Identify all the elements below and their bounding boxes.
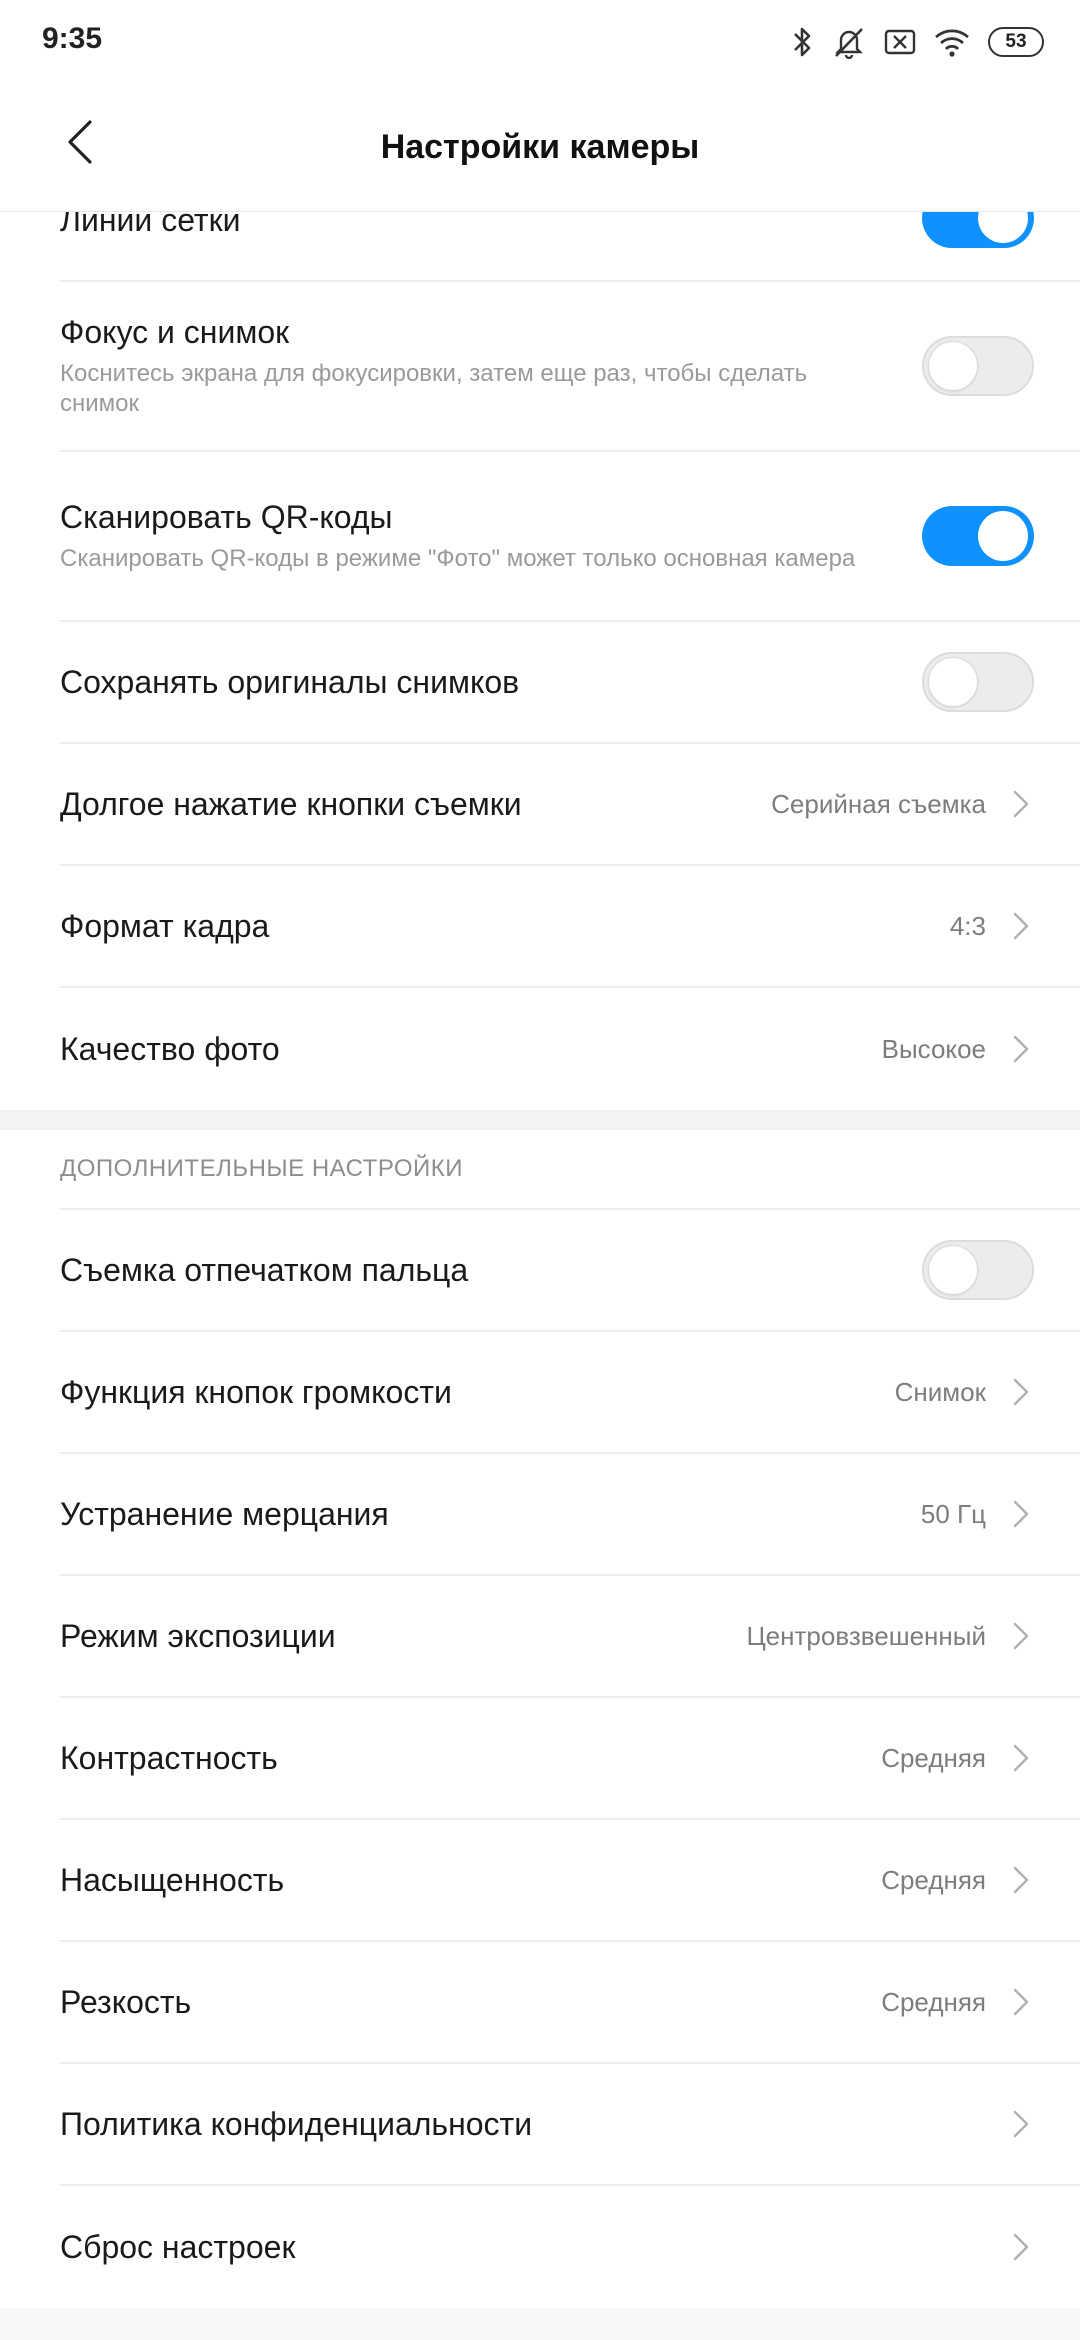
setting-value: Средняя [881, 1742, 986, 1773]
setting-label: Съемка отпечатком пальца [60, 1251, 469, 1288]
chevron-right-icon [1008, 1738, 1034, 1778]
status-time: 9:35 [42, 22, 103, 55]
setting-row-saturation[interactable]: Насыщенность Средняя [60, 1820, 1080, 1942]
setting-value: 50 Гц [920, 1498, 986, 1529]
setting-label: Насыщенность [60, 1861, 285, 1898]
setting-label: Качество фото [60, 1030, 280, 1067]
setting-value: Средняя [881, 1864, 986, 1895]
toggle-knob [928, 657, 978, 707]
main-settings-section: Линии сетки Фокус и снимок Коснитесь экр… [0, 212, 1080, 1110]
setting-row-reset-settings[interactable]: Сброс настроек [60, 2186, 1080, 2308]
setting-label: Режим экспозиции [60, 1617, 336, 1654]
settings-list: Линии сетки Фокус и снимок Коснитесь экр… [0, 212, 1080, 2308]
chevron-right-icon [1008, 1029, 1034, 1069]
setting-value: Снимок [894, 1376, 986, 1407]
setting-label: Сканировать QR-коды [60, 498, 393, 535]
setting-label: Резкость [60, 1983, 192, 2020]
setting-row-exposure-mode[interactable]: Режим экспозиции Центровзвешенный [60, 1576, 1080, 1698]
toggle-knob [928, 341, 978, 391]
battery-level: 53 [1005, 31, 1027, 52]
setting-description: Сканировать QR-коды в режиме "Фото" може… [60, 544, 856, 572]
chevron-right-icon [1008, 1494, 1034, 1534]
advanced-settings-section: ДОПОЛНИТЕЛЬНЫЕ НАСТРОЙКИ Съемка отпечатк… [0, 1130, 1080, 2308]
setting-value: Центровзвешенный [746, 1620, 986, 1651]
setting-row-fingerprint-shot[interactable]: Съемка отпечатком пальца [60, 1210, 1080, 1332]
setting-row-photo-quality[interactable]: Качество фото Высокое [60, 988, 1080, 1110]
setting-description: Коснитесь экрана для фокусировки, затем … [60, 359, 808, 417]
setting-label: Фокус и снимок [60, 313, 290, 350]
bell-off-icon [832, 25, 866, 59]
chevron-right-icon [1008, 2227, 1034, 2267]
setting-row-aspect-ratio[interactable]: Формат кадра 4:3 [60, 866, 1080, 988]
section-header: ДОПОЛНИТЕЛЬНЫЕ НАСТРОЙКИ [60, 1130, 1080, 1210]
toggle-knob [928, 1245, 978, 1295]
chevron-right-icon [1008, 1372, 1034, 1412]
chevron-right-icon [1008, 784, 1034, 824]
app-bar: Настройки камеры [0, 84, 1080, 212]
focus-and-shot-toggle[interactable] [922, 336, 1034, 396]
bluetooth-icon [792, 25, 814, 59]
chevron-right-icon [1008, 1982, 1034, 2022]
setting-label: Политика конфиденциальности [60, 2105, 533, 2142]
no-sim-icon [884, 29, 916, 55]
setting-label: Функция кнопок громкости [60, 1373, 452, 1410]
setting-value: Серийная съемка [771, 788, 986, 819]
save-originals-toggle[interactable] [922, 652, 1034, 712]
setting-row-scan-qr[interactable]: Сканировать QR-коды Сканировать QR-коды … [60, 452, 1080, 622]
chevron-right-icon [1008, 906, 1034, 946]
status-bar: 9:35 53 [0, 0, 1080, 84]
fingerprint-shot-toggle[interactable] [922, 1240, 1034, 1300]
toggle-knob [978, 511, 1028, 561]
setting-label: Устранение мерцания [60, 1495, 389, 1532]
setting-row-contrast[interactable]: Контрастность Средняя [60, 1698, 1080, 1820]
grid-lines-toggle[interactable] [922, 212, 1034, 248]
setting-label: Линии сетки [60, 212, 241, 238]
setting-row-volume-buttons[interactable]: Функция кнопок громкости Снимок [60, 1332, 1080, 1454]
setting-row-grid-lines[interactable]: Линии сетки [60, 212, 1080, 282]
status-icons: 53 [792, 22, 1044, 62]
setting-label: Сохранять оригиналы снимков [60, 663, 520, 700]
setting-row-focus-and-shot[interactable]: Фокус и снимок Коснитесь экрана для фоку… [60, 282, 1080, 452]
wifi-icon [934, 27, 970, 57]
setting-row-long-press[interactable]: Долгое нажатие кнопки съемки Серийная съ… [60, 744, 1080, 866]
chevron-right-icon [1008, 1616, 1034, 1656]
setting-row-sharpness[interactable]: Резкость Средняя [60, 1942, 1080, 2064]
chevron-right-icon [1008, 1860, 1034, 1900]
setting-label: Долгое нажатие кнопки съемки [60, 785, 522, 822]
page-title: Настройки камеры [380, 128, 700, 166]
toggle-knob [978, 212, 1028, 243]
setting-label: Формат кадра [60, 907, 270, 944]
setting-value: Средняя [881, 1986, 986, 2017]
setting-row-save-originals[interactable]: Сохранять оригиналы снимков [60, 622, 1080, 744]
setting-value: 4:3 [949, 910, 986, 941]
setting-label: Сброс настроек [60, 2228, 296, 2265]
setting-value: Высокое [881, 1033, 986, 1064]
setting-label: Контрастность [60, 1739, 278, 1776]
battery-icon: 53 [988, 27, 1044, 57]
setting-row-anti-flicker[interactable]: Устранение мерцания 50 Гц [60, 1454, 1080, 1576]
chevron-right-icon [1008, 2104, 1034, 2144]
section-divider [0, 1110, 1080, 1130]
scan-qr-toggle[interactable] [922, 506, 1034, 566]
setting-row-privacy-policy[interactable]: Политика конфиденциальности [60, 2064, 1080, 2186]
